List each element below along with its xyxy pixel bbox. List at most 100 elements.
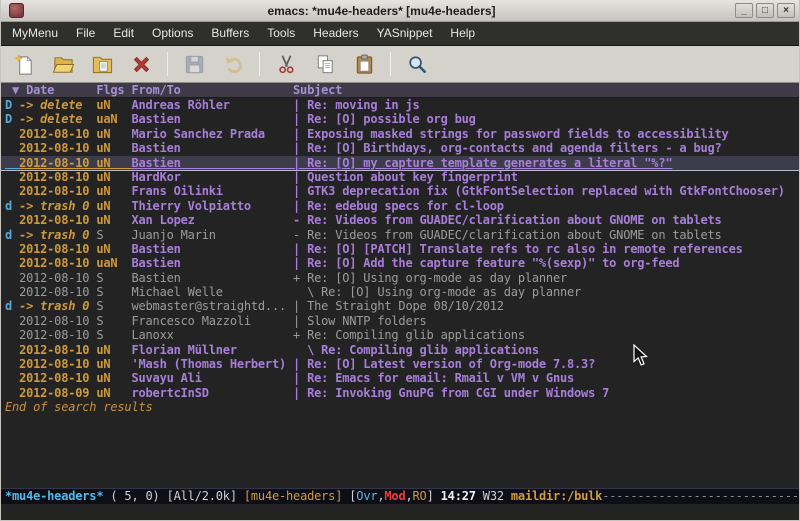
- message-row[interactable]: d -> trash 0 uN Thierry Volpiatto | Re: …: [1, 199, 799, 213]
- modeline-buffer: *mu4e-headers*: [5, 489, 103, 503]
- date-cell: 2012-08-09: [19, 386, 96, 400]
- dired-button[interactable]: [89, 50, 115, 78]
- open-file-button[interactable]: [50, 50, 76, 78]
- date-cell: -> trash 0: [19, 228, 96, 242]
- date-cell: 2012-08-10: [19, 357, 96, 371]
- message-row[interactable]: D -> delete uN Andreas Röhler | Re: movi…: [1, 98, 799, 112]
- toolbar-separator: [390, 52, 391, 76]
- menu-item-options[interactable]: Options: [143, 22, 202, 45]
- kill-buffer-button[interactable]: [128, 50, 154, 78]
- subject-cell: | Re: [O] [PATCH] Translate refs to rc a…: [293, 242, 743, 256]
- mark-cell: [5, 256, 19, 270]
- subject-cell: \ Re: [O] Using org-mode as day planner: [293, 285, 581, 299]
- flags-cell: uN: [96, 357, 131, 371]
- message-row[interactable]: 2012-08-10 uN Suvayu Ali | Re: Emacs for…: [1, 371, 799, 385]
- flags-cell: uN: [96, 141, 131, 155]
- date-cell: 2012-08-10: [19, 242, 96, 256]
- subject-cell: | Slow NNTP folders: [293, 314, 426, 328]
- search-button[interactable]: [404, 50, 430, 78]
- headers-buffer: ▼ Date Flgs From/To Subject D -> delete …: [1, 83, 799, 488]
- message-row[interactable]: 2012-08-10 uN Bastien | Re: [O] my captu…: [1, 156, 799, 170]
- paste-button[interactable]: [351, 50, 377, 78]
- message-row[interactable]: 2012-08-10 S Francesco Mazzoli | Slow NN…: [1, 314, 799, 328]
- date-cell: 2012-08-10: [19, 343, 96, 357]
- message-row[interactable]: D -> delete uaN Bastien | Re: [O] possib…: [1, 112, 799, 126]
- column-header-flags[interactable]: Flgs: [96, 83, 131, 97]
- menu-item-mymenu[interactable]: MyMenu: [3, 22, 67, 45]
- date-cell: 2012-08-10: [19, 285, 96, 299]
- mark-cell: [5, 357, 19, 371]
- message-row[interactable]: 2012-08-10 uN Frans Oilinki | GTK3 depre…: [1, 184, 799, 198]
- modeline-path: maildir:/bulk: [511, 489, 602, 503]
- mark-cell: [5, 343, 19, 357]
- modeline-dashes: ----------------------------------------…: [602, 489, 799, 503]
- minimize-button[interactable]: _: [735, 3, 753, 18]
- column-header-from[interactable]: From/To: [131, 83, 293, 97]
- mark-cell: d: [5, 228, 19, 242]
- toolbar-separator: [259, 52, 260, 76]
- mark-cell: [5, 170, 19, 184]
- message-row[interactable]: 2012-08-10 uN Bastien | Re: [O] [PATCH] …: [1, 242, 799, 256]
- modeline-mode: [mu4e-headers]: [244, 489, 342, 503]
- mark-cell: [5, 314, 19, 328]
- flags-cell: S: [96, 271, 131, 285]
- from-cell: HardKor: [131, 170, 293, 184]
- modeline-plain: ]: [427, 489, 441, 503]
- mark-cell: [5, 271, 19, 285]
- flags-cell: uN: [96, 199, 131, 213]
- column-header-date[interactable]: ▼ Date: [12, 83, 96, 97]
- message-row[interactable]: 2012-08-10 uN Florian Müllner \ Re: Comp…: [1, 343, 799, 357]
- copy-button[interactable]: [312, 50, 338, 78]
- message-row[interactable]: 2012-08-10 S Michael Welle \ Re: [O] Usi…: [1, 285, 799, 299]
- date-cell: -> trash 0: [19, 199, 96, 213]
- message-row[interactable]: 2012-08-10 uN Bastien | Re: [O] Birthday…: [1, 141, 799, 155]
- menu-item-tools[interactable]: Tools: [258, 22, 304, 45]
- close-button[interactable]: ×: [777, 3, 795, 18]
- mark-cell: [5, 127, 19, 141]
- message-row[interactable]: 2012-08-10 S Bastien + Re: [O] Using org…: [1, 271, 799, 285]
- menu-item-help[interactable]: Help: [441, 22, 484, 45]
- from-cell: Bastien: [131, 156, 293, 170]
- subject-cell: | Re: [O] my capture template generates …: [293, 156, 672, 170]
- mark-cell: [5, 213, 19, 227]
- message-row[interactable]: d -> trash 0 S webmaster@straightd... | …: [1, 299, 799, 313]
- from-cell: Michael Welle: [131, 285, 293, 299]
- from-cell: 'Mash (Thomas Herbert): [131, 357, 293, 371]
- save-button: [181, 50, 207, 78]
- undo-button: [220, 50, 246, 78]
- message-row[interactable]: 2012-08-10 uN Xan Lopez - Re: Videos fro…: [1, 213, 799, 227]
- menu-item-yasnippet[interactable]: YASnippet: [368, 22, 442, 45]
- toolbar-separator: [167, 52, 168, 76]
- menu-item-buffers[interactable]: Buffers: [202, 22, 258, 45]
- menu-item-headers[interactable]: Headers: [304, 22, 367, 45]
- undo-icon: [222, 53, 245, 76]
- new-file-button[interactable]: [11, 50, 37, 78]
- date-cell: -> delete: [19, 98, 96, 112]
- message-row[interactable]: 2012-08-10 uN Mario Sanchez Prada | Expo…: [1, 127, 799, 141]
- cut-button[interactable]: [273, 50, 299, 78]
- message-row[interactable]: 2012-08-10 S Lanoxx + Re: Compiling glib…: [1, 328, 799, 342]
- message-row[interactable]: 2012-08-10 uN HardKor | Question about k…: [1, 170, 799, 184]
- message-row[interactable]: 2012-08-10 uaN Bastien | Re: [O] Add the…: [1, 256, 799, 270]
- message-row[interactable]: d -> trash 0 S Juanjo Marin - Re: Videos…: [1, 228, 799, 242]
- from-cell: Bastien: [131, 112, 293, 126]
- subject-cell: | Re: [O] Latest version of Org-mode 7.8…: [293, 357, 595, 371]
- modeline-ro: RO: [413, 489, 427, 503]
- maximize-button[interactable]: □: [756, 3, 774, 18]
- flags-cell: uN: [96, 343, 131, 357]
- app-icon[interactable]: [9, 3, 24, 18]
- message-row[interactable]: 2012-08-09 uN robertcInSD | Re: Invoking…: [1, 386, 799, 400]
- echo-area[interactable]: [1, 504, 799, 520]
- date-cell: 2012-08-10: [19, 184, 96, 198]
- menu-item-file[interactable]: File: [67, 22, 104, 45]
- date-cell: 2012-08-10: [19, 141, 96, 155]
- copy-icon: [314, 53, 337, 76]
- menu-item-edit[interactable]: Edit: [104, 22, 143, 45]
- column-header-subject[interactable]: Subject: [293, 83, 342, 97]
- message-row[interactable]: 2012-08-10 uN 'Mash (Thomas Herbert) | R…: [1, 357, 799, 371]
- paste-icon: [353, 53, 376, 76]
- flags-cell: uN: [96, 213, 131, 227]
- date-cell: 2012-08-10: [19, 256, 96, 270]
- mark-cell: [5, 184, 19, 198]
- modeline-time: 14:27: [441, 489, 476, 503]
